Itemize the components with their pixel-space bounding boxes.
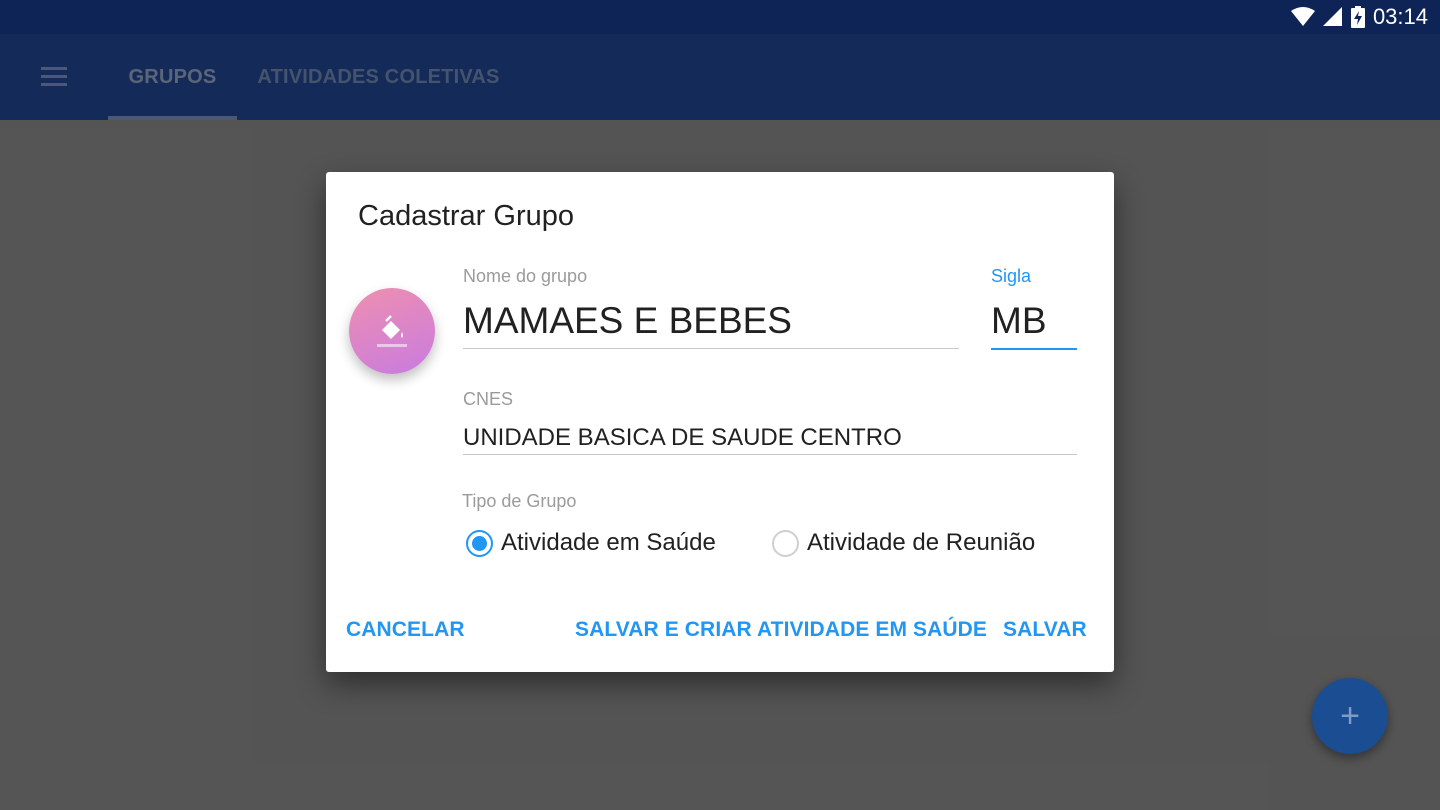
radio-atividade-em-saude-label: Atividade em Saúde [501,529,716,556]
sigla-label: Sigla [991,266,1032,286]
sigla-input[interactable]: MB [991,300,1047,342]
radio-atividade-em-saude[interactable]: Atividade em Saúde [466,528,716,558]
tipo-de-grupo-label: Tipo de Grupo [462,491,577,511]
save-and-create-activity-button[interactable]: SALVAR E CRIAR ATIVIDADE EM SAÚDE [575,618,987,642]
color-picker-button[interactable] [349,288,435,374]
status-time: 03:14 [1372,4,1428,29]
radio-atividade-de-reuniao[interactable]: Atividade de Reunião [772,528,1035,558]
cnes-underline [463,454,1077,455]
nome-do-grupo-underline [463,348,959,349]
radio-checked-icon[interactable] [466,529,493,557]
nome-do-grupo-label: Nome do grupo [463,266,588,286]
status-bar: 03:14 [0,0,1440,34]
cancel-button[interactable]: CANCELAR [346,618,465,642]
cnes-label: CNES [463,389,514,409]
plus-icon: + [1340,696,1360,735]
sigla-underline [991,348,1077,350]
status-icons: 03:14 [1290,0,1428,34]
save-button[interactable]: SALVAR [1003,618,1087,642]
radio-atividade-de-reuniao-label: Atividade de Reunião [807,529,1036,556]
radio-unchecked-icon[interactable] [772,529,799,557]
paint-bucket-icon [377,315,407,347]
add-group-button[interactable]: + [1312,678,1388,754]
signal-icon [1322,7,1342,26]
dialog-title: Cadastrar Grupo [358,200,574,232]
nome-do-grupo-input[interactable]: MAMAES E BEBES [463,300,792,342]
cnes-field[interactable]: UNIDADE BASICA DE SAUDE CENTRO [463,424,902,452]
cadastrar-grupo-dialog: Cadastrar Grupo Nome do grupo MAMAES E B… [326,172,1114,672]
battery-charging-icon [1350,6,1365,28]
wifi-icon [1290,7,1315,26]
